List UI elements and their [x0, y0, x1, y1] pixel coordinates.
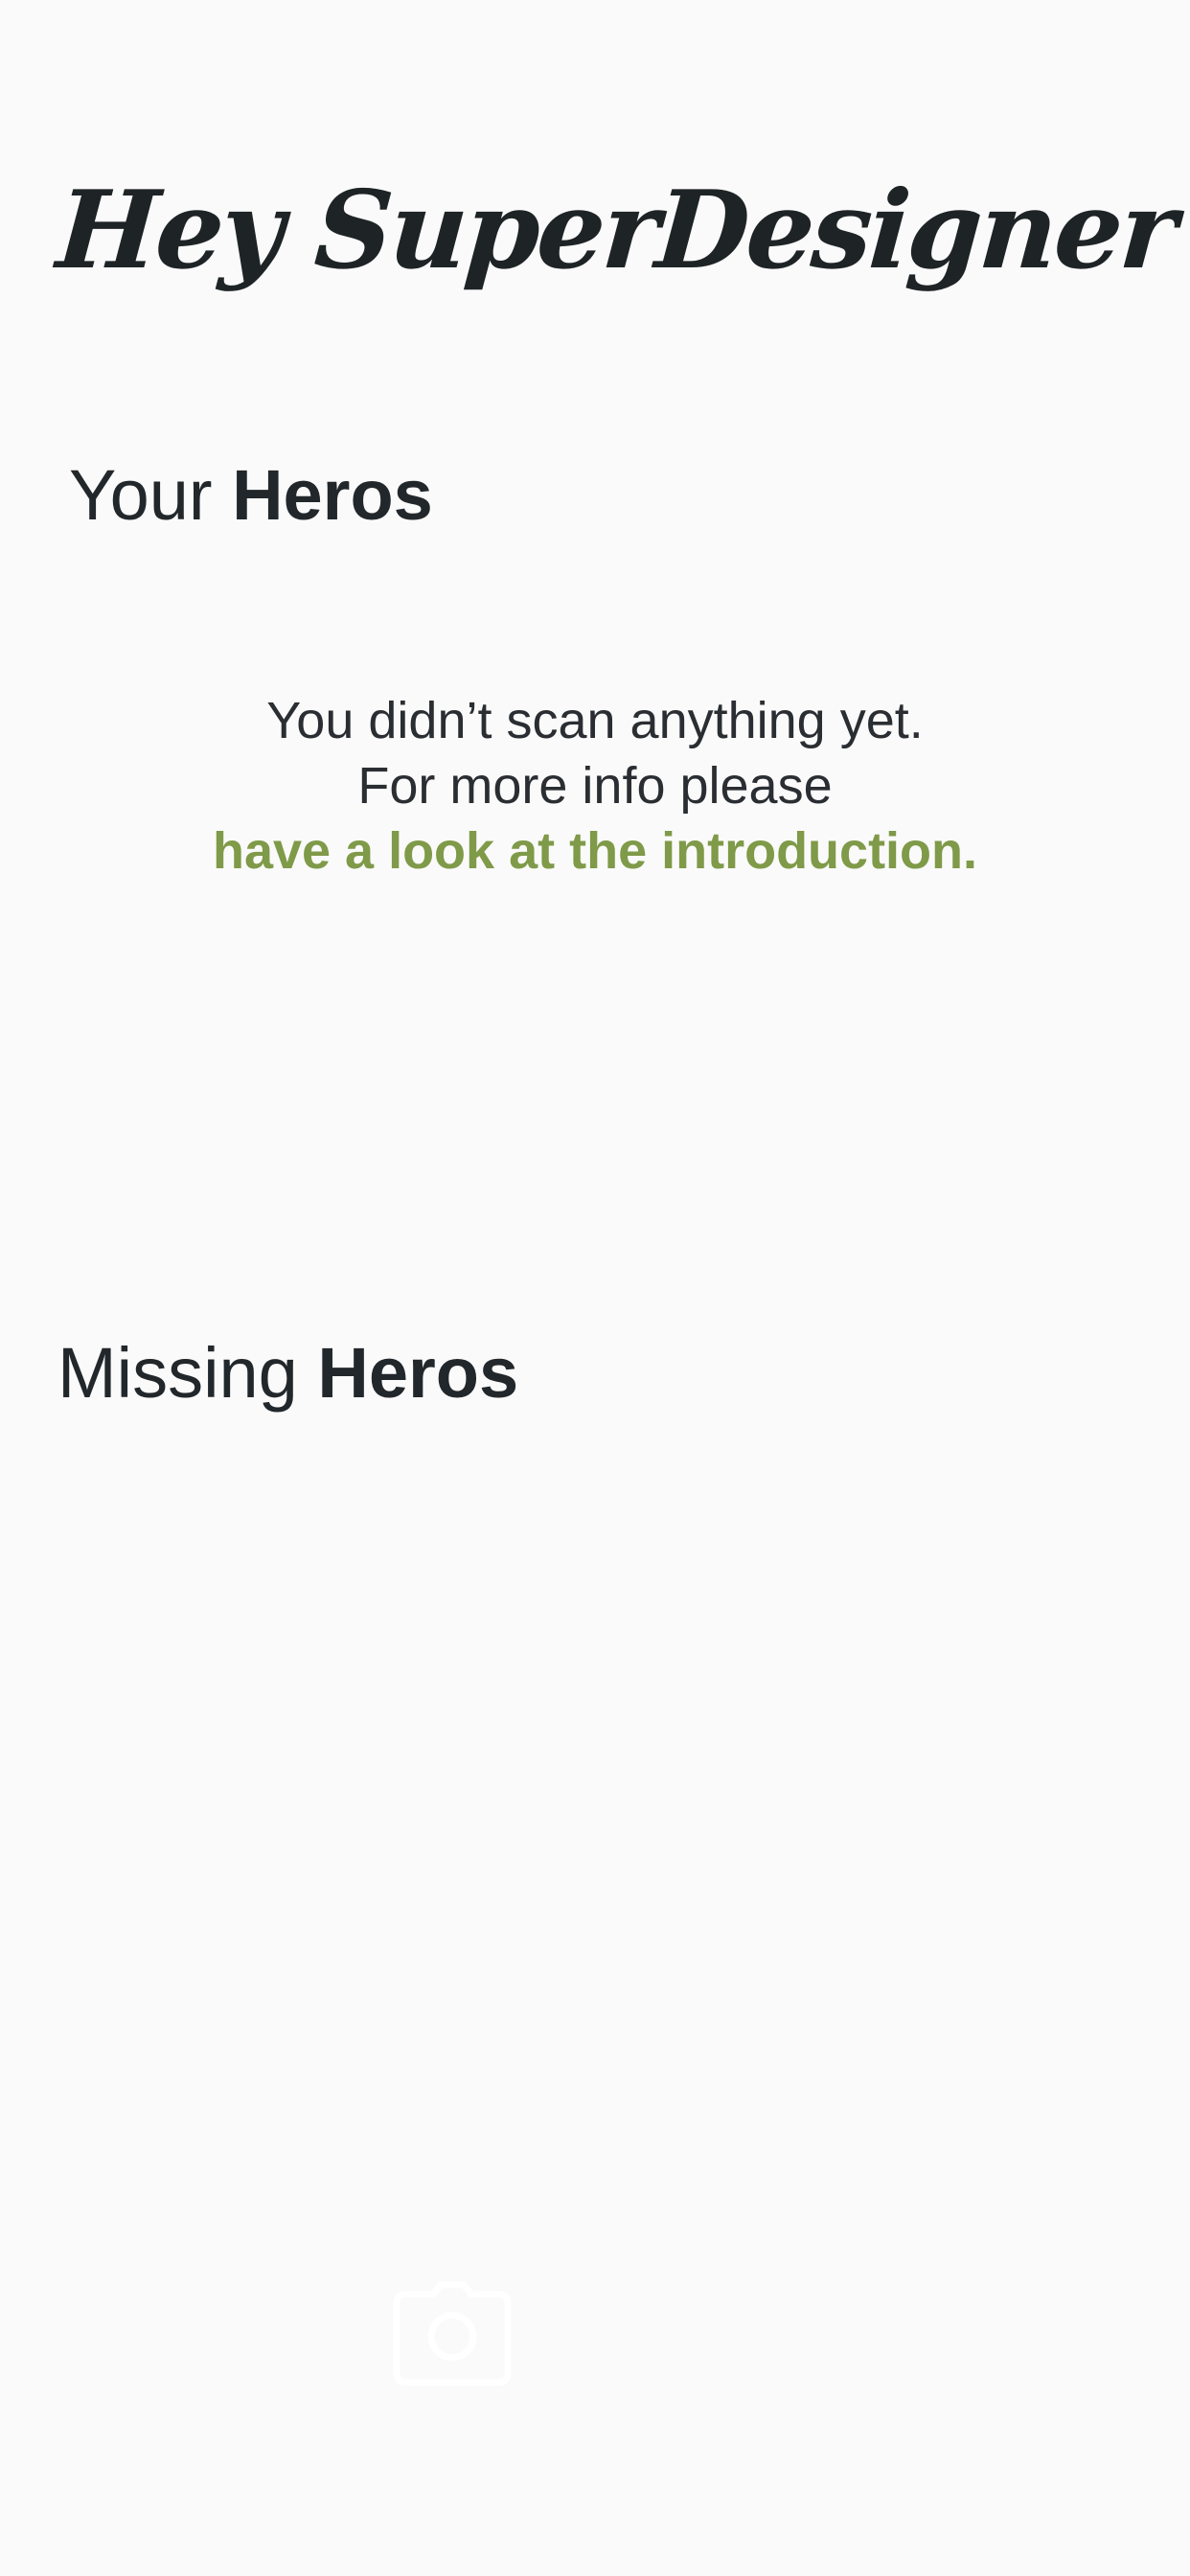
missing-heros-title: Missing Heros — [57, 1338, 518, 1409]
missing-heros-title-bold: Heros — [317, 1333, 519, 1413]
empty-state-message: You didn’t scan anything yet. For more i… — [0, 688, 1190, 884]
your-heros-title-light: Your — [69, 455, 233, 535]
camera-icon — [393, 2281, 512, 2386]
greeting-title: Hey SuperDesigner ! — [53, 168, 1190, 293]
missing-heros-title-light: Missing — [57, 1333, 318, 1413]
empty-message-line-2: For more info please — [357, 757, 833, 815]
your-heros-title: Your Heros — [69, 460, 433, 531]
introduction-link[interactable]: have a look at the introduction. — [213, 818, 977, 884]
your-heros-title-bold: Heros — [232, 455, 433, 535]
scan-camera-button[interactable] — [391, 2281, 514, 2388]
empty-message-line-1: You didn’t scan anything yet. — [266, 692, 924, 749]
